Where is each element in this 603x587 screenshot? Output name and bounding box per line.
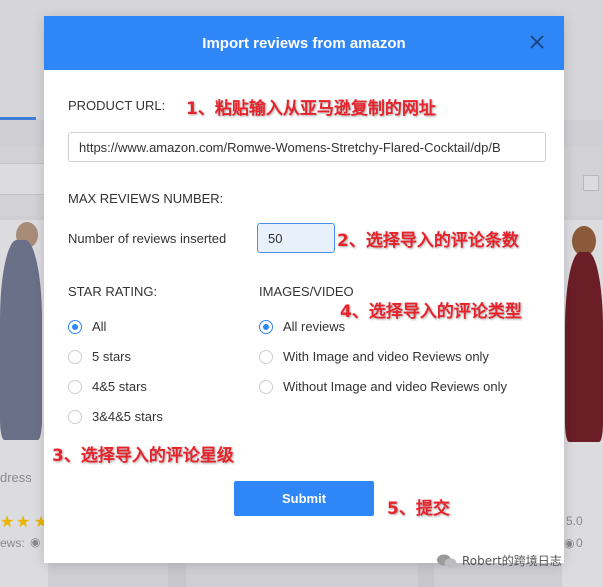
star-option-4-5[interactable]: 4&5 stars [68, 379, 147, 394]
eye-icon: ◉ [30, 535, 41, 549]
star-option-all[interactable]: All [68, 319, 106, 334]
product-url-input[interactable] [68, 132, 546, 162]
background-card-bottom [418, 560, 434, 587]
background-product-name: dress [0, 470, 32, 485]
annotation-step1: 1、粘贴输入从亚马逊复制的网址 [186, 99, 436, 119]
star-option-label: All [92, 319, 107, 334]
watermark: Robert的跨境日志 [436, 552, 562, 569]
star-rating-label: STAR RATING: [68, 284, 158, 299]
background-rating-value: 5.0 [566, 514, 583, 528]
star-icon: ★ [0, 514, 15, 531]
star-option-5[interactable]: 5 stars [68, 349, 131, 364]
product-image-left [0, 240, 42, 440]
star-option-label: 5 stars [92, 349, 132, 364]
background-active-tab-indicator [0, 117, 36, 120]
annotation-step3: 3、选择导入的评论星级 [52, 446, 234, 466]
max-reviews-label: MAX REVIEWS NUMBER: [68, 191, 224, 206]
star-icon: ★ [16, 514, 31, 531]
annotation-step2: 2、选择导入的评论条数 [337, 231, 519, 251]
background-search-input [0, 163, 45, 195]
num-reviews-label: Number of reviews inserted [68, 231, 227, 246]
product-url-label: PRODUCT URL: [68, 98, 166, 113]
background-view-count: 0 [576, 536, 583, 550]
radio-checked-icon[interactable] [259, 319, 273, 334]
submit-button[interactable]: Submit [234, 481, 374, 516]
dialog-title: Import reviews from amazon [202, 34, 406, 52]
dialog-header: Import reviews from amazon [44, 16, 564, 70]
star-option-label: 4&5 stars [92, 379, 147, 394]
radio-icon[interactable] [68, 409, 82, 424]
star-option-label: 3&4&5 stars [92, 409, 163, 424]
background-checkbox [583, 175, 599, 191]
product-image-right [565, 252, 603, 442]
num-reviews-input[interactable] [257, 223, 335, 253]
media-option-with[interactable]: With Image and video Reviews only [259, 349, 489, 364]
star-option-3-4-5[interactable]: 3&4&5 stars [68, 409, 163, 424]
radio-checked-icon[interactable] [68, 319, 82, 334]
media-option-all[interactable]: All reviews [259, 319, 345, 334]
media-option-without[interactable]: Without Image and video Reviews only [259, 379, 507, 394]
background-reviews-label: ews: [0, 536, 25, 550]
background-card-bottom [168, 560, 186, 587]
radio-icon[interactable] [68, 349, 82, 364]
wechat-icon [437, 554, 457, 568]
media-option-label: Without Image and video Reviews only [283, 379, 508, 394]
eye-icon: ◉ [564, 536, 575, 550]
watermark-text: Robert的跨境日志 [462, 554, 562, 568]
annotation-step4: 4、选择导入的评论类型 [340, 302, 522, 322]
close-icon[interactable] [528, 33, 546, 51]
annotation-step5: 5、提交 [387, 499, 450, 519]
radio-icon[interactable] [259, 349, 273, 364]
media-option-label: All reviews [283, 319, 346, 334]
media-option-label: With Image and video Reviews only [283, 349, 489, 364]
radio-icon[interactable] [68, 379, 82, 394]
radio-icon[interactable] [259, 379, 273, 394]
